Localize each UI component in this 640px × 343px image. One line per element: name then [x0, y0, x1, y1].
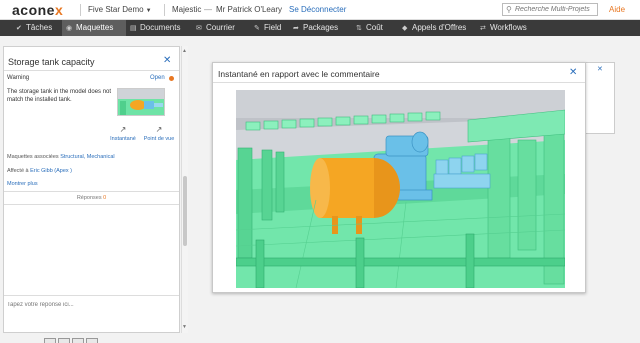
chevron-down-icon: ▼: [145, 8, 152, 14]
scroll-down-icon[interactable]: ▼: [182, 324, 187, 330]
close-icon[interactable]: ✕: [597, 65, 603, 73]
workflow-icon: ⇄: [480, 25, 486, 32]
issue-type: Warning: [7, 75, 30, 81]
cube-icon: ◉: [66, 25, 73, 32]
divider: [4, 191, 179, 192]
top-header: aconex Five Star Demo ▼ Majestic — Mr Pat…: [0, 0, 640, 20]
external-link-icon: ↗: [119, 125, 127, 134]
divider: [80, 4, 81, 16]
logout-link[interactable]: Se Déconnecter: [289, 5, 346, 14]
organization-name: Majestic: [172, 5, 202, 14]
assignee-link[interactable]: Eric Gibb (Apex ): [30, 168, 72, 174]
tender-icon: ◆: [402, 25, 408, 32]
divider: [4, 295, 179, 296]
pager-tab[interactable]: [72, 338, 84, 343]
show-more-link[interactable]: Montrer plus: [7, 181, 38, 187]
field-icon: ✎: [254, 25, 260, 32]
pager-tab[interactable]: [44, 338, 56, 343]
snapshot-modal: Instantané en rapport avec le commentair…: [212, 62, 586, 293]
bim-render: [236, 90, 565, 288]
issue-description: The storage tank in the model does not m…: [7, 89, 112, 103]
check-icon: ✔: [16, 25, 22, 32]
external-link-icon: ↗: [155, 125, 163, 134]
issue-title: Storage tank capacity: [8, 57, 95, 67]
tab-appels-offres[interactable]: ◆ Appels d'Offres: [398, 20, 474, 36]
pager-tab[interactable]: [86, 338, 98, 343]
model-snapshot-image: [236, 90, 565, 288]
project-selector[interactable]: Five Star Demo ▼: [88, 5, 152, 14]
tab-courrier[interactable]: ✉ Courrier: [192, 20, 250, 36]
cost-icon: ⇅: [356, 25, 362, 32]
associated-models: Maquettes associées Structural, Mechanic…: [7, 154, 115, 160]
separator-dash: —: [204, 5, 212, 14]
search-input[interactable]: [515, 4, 597, 15]
status-dot: [169, 76, 174, 81]
replies-count: Réponses 0: [76, 195, 107, 201]
package-icon: ➦: [293, 25, 299, 32]
tab-maquettes[interactable]: ◉ Maquettes: [62, 20, 126, 36]
search-box[interactable]: ⚲: [502, 3, 598, 16]
modal-title: Instantané en rapport avec le commentair…: [218, 69, 380, 79]
tab-taches[interactable]: ✔ Tâches: [12, 20, 62, 36]
snapshot-button[interactable]: ↗ Instantané: [108, 125, 138, 142]
scroll-up-icon[interactable]: ▲: [182, 48, 187, 54]
close-icon[interactable]: ✕: [569, 67, 577, 78]
user-name[interactable]: Mr Patrick O'Leary: [216, 5, 282, 14]
reply-input[interactable]: [7, 302, 177, 308]
main-nav: ✔ Tâches ◉ Maquettes ▤ Documents ✉ Courrier …: [0, 20, 640, 36]
documents-icon: ▤: [130, 25, 137, 32]
tab-documents[interactable]: ▤ Documents: [126, 20, 192, 36]
tab-packages[interactable]: ➦ Packages: [289, 20, 347, 36]
issue-panel: Storage tank capacity ✕ Warning Open The…: [3, 46, 180, 333]
divider: [4, 70, 179, 71]
pager-tab[interactable]: [58, 338, 70, 343]
background-card: ✕: [585, 62, 615, 134]
pager-tabs: [44, 333, 100, 343]
tab-workflows[interactable]: ⇄ Workflows: [476, 20, 536, 36]
search-icon: ⚲: [506, 5, 512, 14]
help-link[interactable]: Aide: [609, 5, 625, 14]
scrollbar-thumb[interactable]: [183, 176, 187, 246]
close-icon[interactable]: ✕: [163, 55, 171, 66]
mail-icon: ✉: [196, 25, 202, 32]
snapshot-thumbnail[interactable]: [117, 88, 165, 116]
divider: [4, 204, 179, 205]
status-badge: Open: [150, 75, 165, 81]
scrollbar[interactable]: ▲ ▼: [181, 46, 188, 333]
divider: [164, 4, 165, 16]
models-link[interactable]: Structural, Mechanical: [60, 154, 114, 160]
viewpoint-button[interactable]: ↗ Point de vue: [142, 125, 176, 142]
divider: [213, 82, 585, 83]
assigned-to: Affecté à Eric Gibb (Apex ): [7, 168, 73, 174]
aconex-logo[interactable]: aconex: [12, 2, 63, 18]
tab-field[interactable]: ✎ Field: [250, 20, 286, 36]
tab-cout[interactable]: ⇅ Coût: [352, 20, 390, 36]
